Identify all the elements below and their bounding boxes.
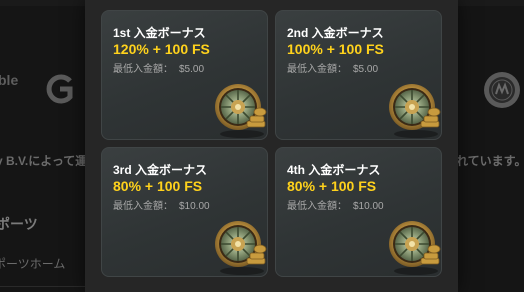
bonus-card-title: 3rd 入金ボーナス (113, 163, 208, 177)
bonus-card-4[interactable]: 4th 入金ボーナス 80% + 100 FS 最低入金額： $10.00 (275, 147, 442, 277)
min-deposit-value: $10.00 (179, 201, 210, 212)
bonus-card-offer: 80% + 100 FS (113, 178, 203, 194)
deposit-bonus-modal: 1st 入金ボーナス 120% + 100 FS 最低入金額： $5.00 2nd… (85, 0, 458, 292)
gambling-logo-g-icon (46, 74, 73, 104)
bonus-card-title: 1st 入金ボーナス (113, 26, 206, 40)
footer-sports-home-link[interactable]: ポーツホーム (0, 255, 65, 272)
footer-company-text: y B.V.によって運 (0, 154, 88, 168)
roulette-wheel-icon (214, 216, 268, 276)
bonus-card-2[interactable]: 2nd 入金ボーナス 100% + 100 FS 最低入金額： $5.00 (275, 10, 442, 140)
roulette-wheel-icon (214, 79, 268, 139)
bonus-card-title: 2nd 入金ボーナス (287, 26, 384, 40)
bonus-card-1[interactable]: 1st 入金ボーナス 120% + 100 FS 最低入金額： $5.00 (101, 10, 268, 140)
min-deposit-label: 最低入金額： (287, 64, 347, 75)
roulette-wheel-icon (388, 216, 442, 276)
min-deposit-value: $5.00 (179, 64, 205, 75)
footer-sports-heading: ポーツ (0, 216, 38, 232)
bonus-card-title: 4th 入金ボーナス (287, 163, 381, 177)
bonus-card-offer: 120% + 100 FS (113, 41, 210, 57)
min-deposit-value: $10.00 (353, 201, 384, 212)
min-deposit-value: $5.00 (353, 64, 379, 75)
bonus-card-offer: 100% + 100 FS (287, 41, 384, 57)
min-deposit-label: 最低入金額： (113, 64, 173, 75)
bonus-card-3[interactable]: 3rd 入金ボーナス 80% + 100 FS 最低入金額： $10.00 (101, 147, 268, 277)
min-deposit-label: 最低入金額： (113, 201, 173, 212)
bonus-card-min-deposit: 最低入金額： $5.00 (113, 60, 204, 75)
min-deposit-label: 最低入金額： (287, 201, 347, 212)
roulette-wheel-icon (388, 79, 442, 139)
footer-right-text: れています。 (456, 154, 524, 168)
bonus-card-min-deposit: 最低入金額： $5.00 (287, 60, 378, 75)
bonus-card-min-deposit: 最低入金額： $10.00 (287, 197, 384, 212)
bonus-card-min-deposit: 最低入金額： $10.00 (113, 197, 210, 212)
footer-logo-text: ble (0, 72, 19, 88)
seal-badge-icon (484, 72, 520, 108)
bonus-card-offer: 80% + 100 FS (287, 178, 377, 194)
